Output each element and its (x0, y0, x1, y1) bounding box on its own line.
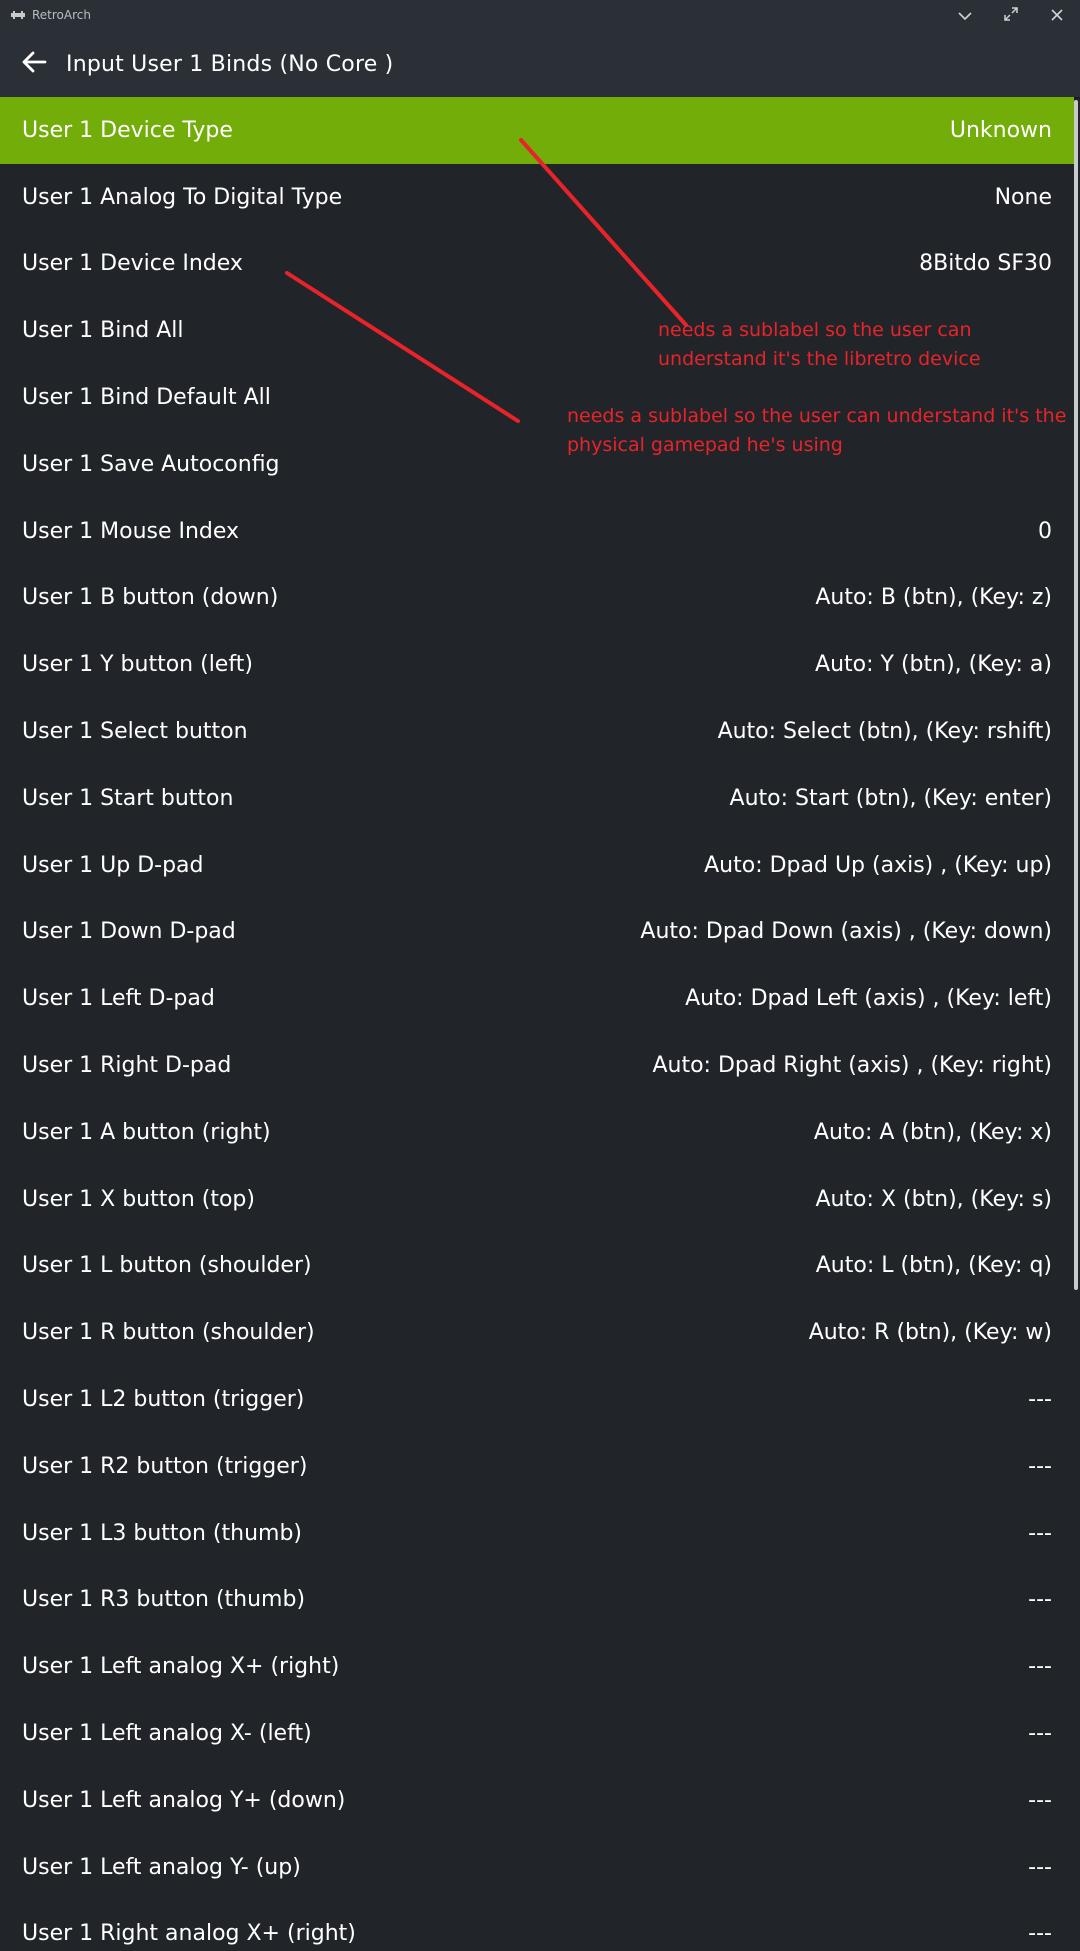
scrollbar[interactable] (1074, 100, 1078, 1290)
menu-item-label: User 1 Bind All (22, 318, 184, 344)
menu-item-value: Auto: L (btn), (Key: q) (815, 1253, 1052, 1279)
menu-item-label: User 1 Down D-pad (22, 919, 236, 945)
annotation-device-index-note: needs a sublabel so the user can underst… (567, 405, 1067, 456)
menu-item[interactable]: User 1 Device Index 8Bitdo SF30 (0, 231, 1074, 298)
menu-item-value: Auto: X (btn), (Key: s) (815, 1186, 1052, 1212)
menu-item[interactable]: User 1 Left analog Y+ (down) --- (0, 1767, 1074, 1834)
window-controls (942, 0, 1080, 30)
menu-item[interactable]: User 1 Up D-pad Auto: Dpad Up (axis) , (K… (0, 832, 1074, 899)
menu-item-label: User 1 Bind Default All (22, 385, 271, 411)
menu-item-value: Auto: Dpad Up (axis) , (Key: up) (704, 852, 1052, 878)
menu-item-label: User 1 R3 button (thumb) (22, 1587, 306, 1613)
menu-item-label: User 1 R button (shoulder) (22, 1320, 315, 1346)
menu-item[interactable]: User 1 R button (shoulder) Auto: R (btn),… (0, 1299, 1074, 1366)
menu-item-value: 0 (1038, 518, 1052, 544)
menu-list: User 1 Device Type Unknown User 1 Analog T… (0, 97, 1074, 1951)
menu-item[interactable]: User 1 Select button Auto: Select (btn), … (0, 698, 1074, 765)
menu-item-label: User 1 Up D-pad (22, 852, 204, 878)
menu-item[interactable]: User 1 Analog To Digital Type None (0, 164, 1074, 231)
minimize-button[interactable] (942, 0, 988, 30)
menu-item-label: User 1 Start button (22, 785, 234, 811)
menu-item[interactable]: User 1 Down D-pad Auto: Dpad Down (axis) … (0, 899, 1074, 966)
menu-item-value: --- (1028, 1854, 1052, 1880)
menu-item-value: None (994, 184, 1052, 210)
retroarch-invader-icon (10, 7, 26, 23)
menu-item[interactable]: User 1 Right analog X+ (right) --- (0, 1901, 1074, 1951)
menu-item[interactable]: User 1 L button (shoulder) Auto: L (btn),… (0, 1233, 1074, 1300)
menu-item-value: --- (1028, 1453, 1052, 1479)
menu-item-value: Auto: Dpad Right (axis) , (Key: right) (652, 1053, 1052, 1079)
retroarch-window: RetroArch Input User 1 Binds (No Core) … (0, 0, 1080, 1951)
menu-item-value: --- (1028, 1787, 1052, 1813)
menu-item-value: Auto: Dpad Down (axis) , (Key: down) (640, 919, 1052, 945)
menu-item-label: User 1 Mouse Index (22, 518, 240, 544)
menu-item-label: User 1 Right analog X+ (right) (22, 1921, 356, 1947)
menu-item-value: Auto: Dpad Left (axis) , (Key: left) (685, 986, 1052, 1012)
menu-item[interactable]: User 1 X button (top) Auto: X (btn), (Key… (0, 1166, 1074, 1233)
menu-item-label: User 1 Left D-pad (22, 986, 215, 1012)
menu-item-value: --- (1028, 1654, 1052, 1680)
menu-item[interactable]: User 1 Start button Auto: Start (btn), (K… (0, 765, 1074, 832)
menu-item-value: Auto: R (btn), (Key: w) (808, 1320, 1052, 1346)
annotation-device-type-note: needs a sublabel so the user can underst… (658, 319, 981, 370)
menu-item[interactable]: User 1 Left analog X- (left) --- (0, 1700, 1074, 1767)
expand-arrows-icon (1004, 6, 1018, 25)
menu-item-label: User 1 Device Index (22, 251, 243, 277)
menu-item-value: --- (1028, 1387, 1052, 1413)
menu-item[interactable]: User 1 Left analog X+ (right) --- (0, 1633, 1074, 1700)
maximize-button[interactable] (988, 0, 1034, 30)
menu-item[interactable]: User 1 Device Type Unknown (0, 97, 1074, 164)
back-button[interactable] (6, 36, 62, 92)
menu-item-label: User 1 Left analog X+ (right) (22, 1654, 340, 1680)
menu-item[interactable]: User 1 L2 button (trigger) --- (0, 1366, 1074, 1433)
menu-item-label: User 1 Select button (22, 719, 248, 745)
menu-item-label: User 1 Left analog Y+ (down) (22, 1787, 346, 1813)
menu-item-label: User 1 B button (down) (22, 585, 279, 611)
menu-item[interactable]: User 1 R3 button (thumb) --- (0, 1567, 1074, 1634)
menu-item-label: User 1 Device Type (22, 117, 233, 143)
menu-item[interactable]: User 1 Left D-pad Auto: Dpad Left (axis) … (0, 965, 1074, 1032)
arrow-left-icon (21, 51, 47, 77)
menu-header: Input User 1 Binds (No Core ) (0, 30, 1080, 98)
menu-item[interactable]: User 1 L3 button (thumb) --- (0, 1500, 1074, 1567)
menu-item-label: User 1 Left analog Y- (up) (22, 1854, 301, 1880)
menu-item[interactable]: User 1 B button (down) Auto: B (btn), (Ke… (0, 565, 1074, 632)
title-bar: RetroArch (0, 0, 1080, 30)
menu-item-label: User 1 X button (top) (22, 1186, 255, 1212)
menu-item[interactable]: User 1 R2 button (trigger) --- (0, 1433, 1074, 1500)
page-title: Input User 1 Binds (No Core ) (66, 51, 394, 77)
menu-item-value: --- (1028, 1721, 1052, 1747)
menu-item-label: User 1 Analog To Digital Type (22, 184, 343, 210)
menu-item[interactable]: User 1 Mouse Index 0 (0, 498, 1074, 565)
menu-item-label: User 1 L button (shoulder) (22, 1253, 312, 1279)
close-icon (1051, 6, 1063, 25)
menu-item-value: Auto: Start (btn), (Key: enter) (729, 785, 1052, 811)
menu-item[interactable]: User 1 Y button (left) Auto: Y (btn), (Ke… (0, 631, 1074, 698)
menu-item-label: User 1 A button (right) (22, 1119, 271, 1145)
menu-item-value: 8Bitdo SF30 (919, 251, 1052, 277)
menu-item-label: User 1 R2 button (trigger) (22, 1453, 308, 1479)
menu-item-label: User 1 L2 button (trigger) (22, 1387, 305, 1413)
menu-item-value: --- (1028, 1921, 1052, 1947)
app-title: RetroArch (32, 8, 91, 22)
menu-item-label: User 1 Y button (left) (22, 652, 253, 678)
chevron-down-icon (958, 6, 972, 25)
menu-item-value: Auto: A (btn), (Key: x) (813, 1119, 1052, 1145)
menu-item-label: User 1 Left analog X- (left) (22, 1721, 312, 1747)
menu-item-value: Unknown (949, 117, 1052, 143)
menu-item[interactable]: User 1 A button (right) Auto: A (btn), (K… (0, 1099, 1074, 1166)
menu-item[interactable]: User 1 Left analog Y- (up) --- (0, 1834, 1074, 1901)
menu-item-value: Auto: Select (btn), (Key: rshift) (717, 719, 1052, 745)
close-button[interactable] (1034, 0, 1080, 30)
menu-item-value: --- (1028, 1587, 1052, 1613)
menu-item-label: User 1 L3 button (thumb) (22, 1520, 303, 1546)
menu-item-label: User 1 Save Autoconfig (22, 451, 280, 477)
menu-item[interactable]: User 1 Right D-pad Auto: Dpad Right (axis… (0, 1032, 1074, 1099)
menu-item-label: User 1 Right D-pad (22, 1053, 232, 1079)
menu-item-value: Auto: B (btn), (Key: z) (815, 585, 1052, 611)
menu-item-value: --- (1028, 1520, 1052, 1546)
menu-item-value: Auto: Y (btn), (Key: a) (815, 652, 1052, 678)
